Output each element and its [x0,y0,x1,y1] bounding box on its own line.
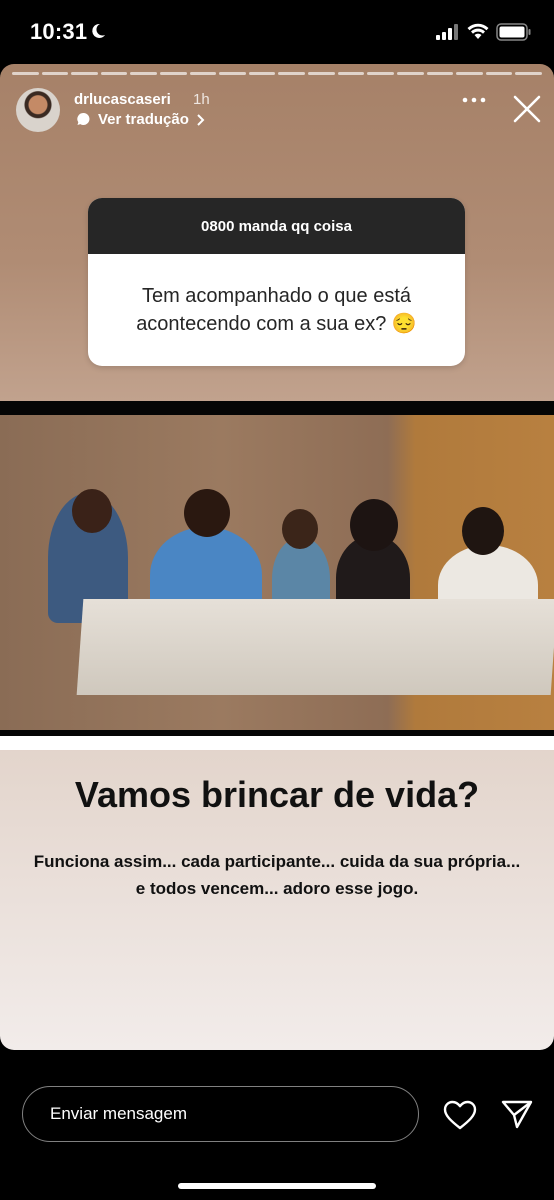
status-bar: 10:31 [0,0,554,64]
message-placeholder: Enviar mensagem [50,1104,188,1123]
story-progress-bar [12,72,542,75]
moon-icon [92,23,105,38]
close-icon[interactable] [512,94,542,124]
heart-icon[interactable] [443,1100,477,1130]
message-input[interactable]: Enviar mensagem [22,1086,419,1142]
more-icon[interactable] [462,96,486,104]
translate-label: Ver tradução [98,111,189,128]
question-sticker: 0800 manda qq coisa Tem acompanhado o qu… [88,198,465,366]
wifi-icon [467,23,489,39]
divider [0,736,554,750]
battery-icon [496,23,531,41]
avatar[interactable] [16,88,60,132]
translate-link[interactable]: Ver tradução [76,111,205,128]
home-indicator [178,1183,376,1189]
story-card[interactable]: drlucascaseri 1h Ver tradução 0800 manda… [0,64,554,1050]
video-frame [0,415,554,730]
speech-bubble-icon [77,112,90,125]
send-icon[interactable] [501,1099,533,1129]
story-body-text: Funciona assim... cada participante... c… [33,852,521,898]
chevron-right-icon [197,113,205,126]
status-time: 10:31 [30,19,88,44]
question-text: Tem acompanhado o que está acontecendo c… [136,285,417,335]
question-header: 0800 manda qq coisa [88,198,465,254]
cellular-signal-icon [436,24,458,40]
story-age: 1h [193,91,210,108]
story-username[interactable]: drlucascaseri [74,91,171,108]
story-title: Vamos brincar de vida? [74,774,480,815]
video-clip[interactable] [0,401,554,736]
